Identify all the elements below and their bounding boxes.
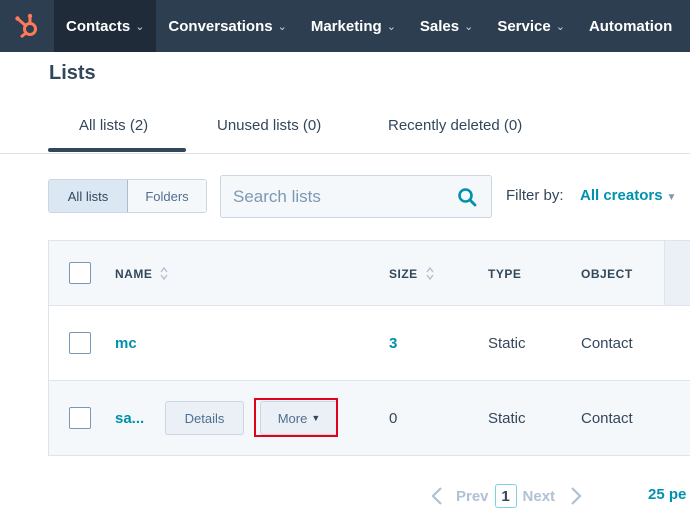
details-button[interactable]: Details (165, 401, 244, 435)
table-header: NAME SIZE TYPE OBJECT (48, 240, 690, 306)
nav-service[interactable]: Service ⌄ (485, 0, 577, 52)
tab-all-lists[interactable]: All lists (2) (79, 117, 148, 134)
search-box (220, 175, 492, 218)
header-gutter (664, 241, 690, 305)
tab-unused-lists[interactable]: Unused lists (0) (217, 117, 321, 134)
caret-down-icon: ▼ (311, 413, 321, 423)
column-header-size[interactable]: SIZE (389, 267, 434, 281)
hubspot-logo-icon[interactable] (0, 0, 54, 52)
chevron-right-icon[interactable] (569, 486, 583, 506)
page-title: Lists (49, 62, 96, 84)
next-button[interactable]: Next (523, 488, 556, 505)
page-number-current[interactable]: 1 (494, 484, 517, 508)
sort-icon (160, 267, 168, 280)
active-tab-indicator (48, 148, 186, 152)
search-input[interactable] (233, 186, 453, 207)
chevron-left-icon[interactable] (430, 486, 444, 506)
list-object: Contact (581, 410, 633, 427)
nav-marketing[interactable]: Marketing ⌄ (299, 0, 408, 52)
table-row: mc 3 Static Contact (48, 306, 690, 381)
tab-recently-deleted[interactable]: Recently deleted (0) (388, 117, 522, 134)
chevron-down-icon: ⌄ (135, 20, 145, 33)
list-type: Static (488, 410, 526, 427)
caret-down-icon: ▼ (666, 192, 677, 203)
filter-label: Filter by: (506, 187, 564, 204)
list-name-link[interactable]: sa... (115, 410, 144, 427)
chevron-down-icon: ⌄ (277, 20, 287, 33)
top-nav: Contacts ⌄ Conversations ⌄ Marketing ⌄ Sale… (0, 0, 690, 52)
list-type: Static (488, 335, 526, 352)
chevron-down-icon: ⌄ (386, 20, 396, 33)
list-tabs: All lists (2) Unused lists (0) Recently … (0, 108, 690, 154)
table-row: sa... Details More ▼ 0 Static Contact (48, 381, 690, 456)
folders-toggle-button[interactable]: Folders (128, 180, 206, 212)
list-name-link[interactable]: mc (115, 335, 137, 352)
column-header-type: TYPE (488, 267, 522, 281)
prev-button[interactable]: Prev (456, 488, 489, 505)
column-header-object: OBJECT (581, 267, 633, 281)
per-page-dropdown[interactable]: 25 pe (648, 486, 686, 503)
chevron-down-icon: ⌄ (555, 20, 565, 33)
nav-sales[interactable]: Sales ⌄ (408, 0, 485, 52)
column-header-name[interactable]: NAME (115, 267, 168, 281)
nav-contacts[interactable]: Contacts ⌄ (54, 0, 157, 52)
view-toggle: All lists Folders (48, 179, 207, 213)
search-icon[interactable] (457, 187, 477, 207)
pagination: Prev 1 Next (430, 484, 583, 508)
row-checkbox[interactable] (69, 332, 91, 354)
creator-filter-dropdown[interactable]: All creators ▼ (580, 187, 676, 204)
row-checkbox[interactable] (69, 407, 91, 429)
chevron-down-icon: ⌄ (464, 20, 474, 33)
all-lists-toggle-button[interactable]: All lists (49, 180, 128, 212)
sort-icon (425, 267, 434, 280)
select-all-checkbox[interactable] (69, 262, 91, 284)
lists-table: NAME SIZE TYPE OBJECT mc 3 Static Contac… (48, 240, 690, 456)
list-size: 0 (389, 410, 398, 427)
more-button[interactable]: More ▼ (260, 401, 338, 435)
list-size-link[interactable]: 3 (389, 335, 397, 352)
nav-conversations[interactable]: Conversations ⌄ (156, 0, 298, 52)
nav-automation[interactable]: Automation (577, 0, 684, 52)
list-object: Contact (581, 335, 633, 352)
